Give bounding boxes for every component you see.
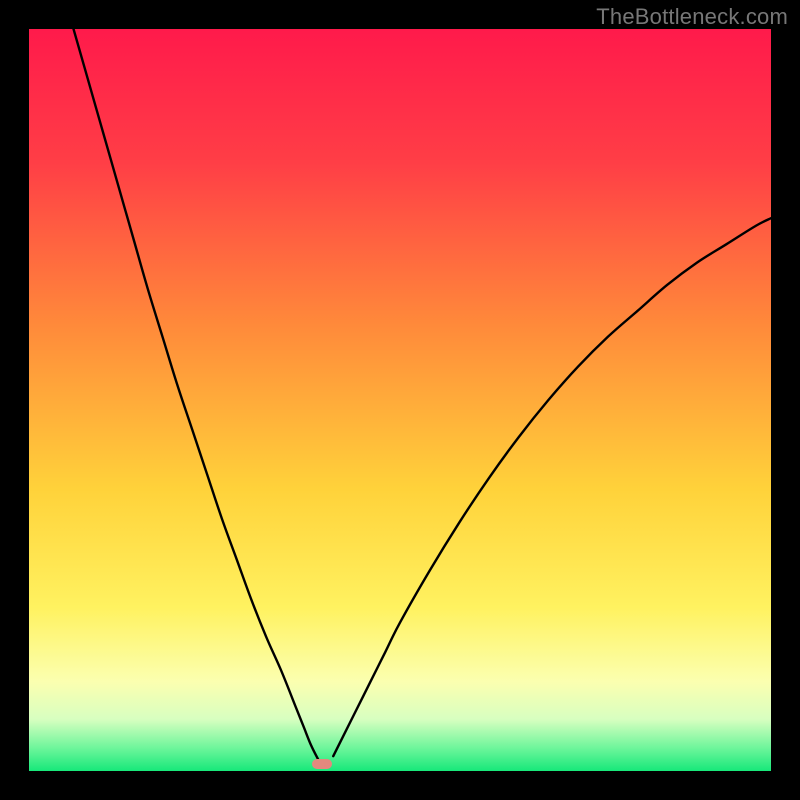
plot-area (29, 29, 771, 771)
watermark-text: TheBottleneck.com (596, 4, 788, 30)
outer-frame: TheBottleneck.com (0, 0, 800, 800)
optimum-marker (312, 759, 332, 769)
curve-right-branch (333, 218, 771, 756)
bottleneck-curve (29, 29, 771, 771)
curve-left-branch (74, 29, 319, 760)
